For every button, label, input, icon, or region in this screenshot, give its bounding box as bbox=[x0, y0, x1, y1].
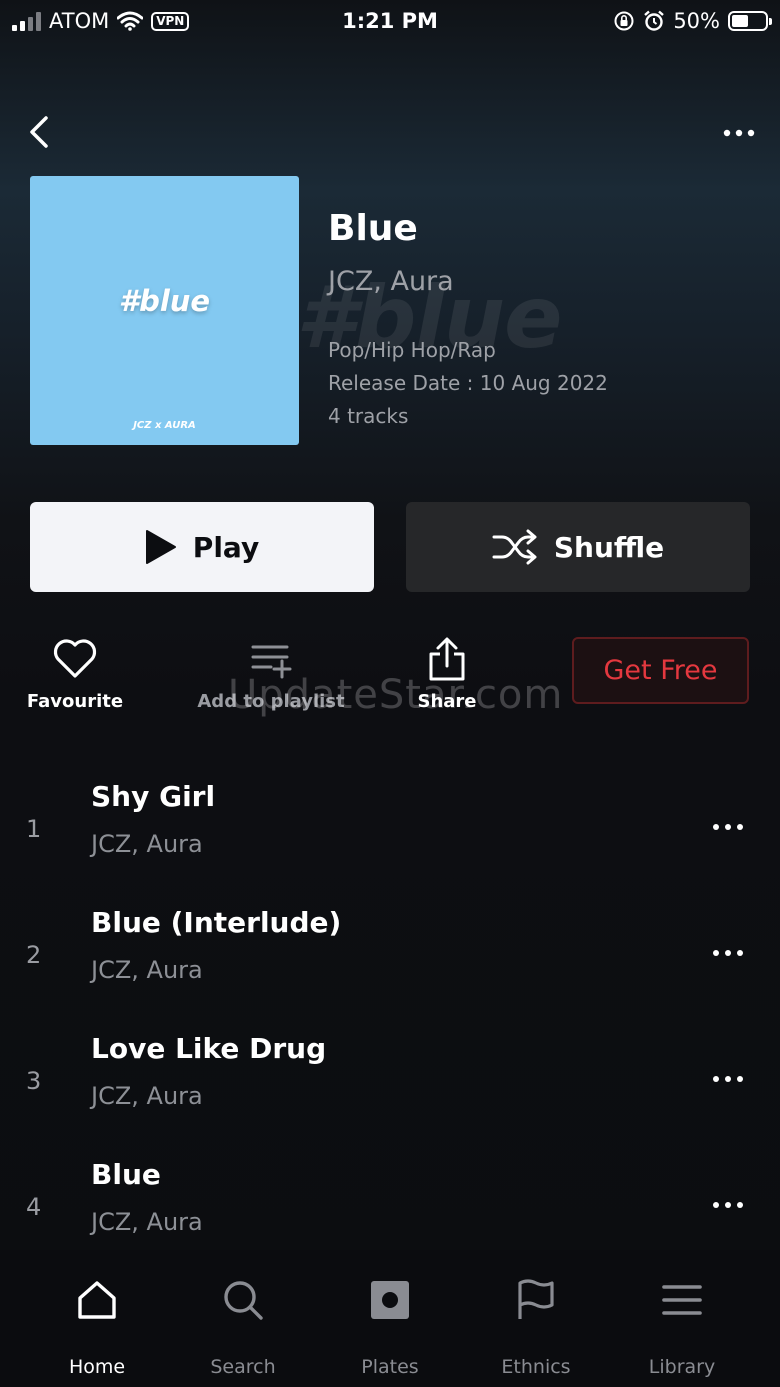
play-icon bbox=[145, 530, 176, 564]
cover-subtitle: JCZ x AURA bbox=[133, 420, 196, 431]
tab-home[interactable]: Home bbox=[27, 1276, 167, 1378]
track-more-icon[interactable] bbox=[708, 1193, 748, 1217]
favourite-label: Favourite bbox=[26, 691, 124, 712]
home-icon bbox=[78, 1281, 116, 1319]
tab-search-label: Search bbox=[210, 1356, 276, 1378]
shuffle-icon bbox=[492, 529, 537, 565]
flag-icon bbox=[518, 1279, 554, 1319]
tab-plates-label: Plates bbox=[361, 1356, 419, 1378]
favourite-button[interactable]: Favourite bbox=[0, 634, 150, 712]
cover-title: #blue bbox=[118, 284, 211, 318]
album-artist[interactable]: JCZ, Aura bbox=[328, 266, 454, 297]
album-title: Blue bbox=[328, 208, 418, 249]
album-genre: Pop/Hip Hop/Rap bbox=[328, 338, 496, 362]
track-more-icon[interactable] bbox=[708, 815, 748, 839]
tab-library[interactable]: Library bbox=[612, 1276, 752, 1378]
album-release-date: Release Date : 10 Aug 2022 bbox=[328, 371, 608, 395]
get-free-button[interactable]: Get Free bbox=[572, 637, 749, 704]
track-more-icon[interactable] bbox=[708, 1067, 748, 1091]
alarm-icon bbox=[644, 10, 665, 31]
album-track-count: 4 tracks bbox=[328, 404, 409, 428]
track-number: 3 bbox=[26, 1067, 42, 1095]
track-number: 4 bbox=[26, 1193, 42, 1221]
tab-home-label: Home bbox=[68, 1356, 126, 1378]
track-row[interactable]: 2 Blue (Interlude) JCZ, Aura bbox=[0, 901, 780, 1027]
track-title: Shy Girl bbox=[91, 780, 216, 813]
track-artist: JCZ, Aura bbox=[91, 1208, 203, 1236]
tab-search[interactable]: Search bbox=[173, 1276, 313, 1378]
tab-bar: Home Search Plates Ethnics Library bbox=[0, 1250, 780, 1387]
track-number: 2 bbox=[26, 941, 42, 969]
battery-percent: 50% bbox=[673, 9, 720, 33]
tab-library-label: Library bbox=[648, 1356, 716, 1378]
more-options-icon[interactable] bbox=[716, 120, 762, 146]
menu-icon bbox=[662, 1285, 702, 1315]
track-row[interactable]: 1 Shy Girl JCZ, Aura bbox=[0, 775, 780, 901]
album-cover: #blue JCZ x AURA bbox=[30, 176, 299, 445]
play-label: Play bbox=[192, 530, 260, 564]
track-artist: JCZ, Aura bbox=[91, 1082, 203, 1110]
tab-ethnics[interactable]: Ethnics bbox=[466, 1276, 606, 1378]
watermark: UpdateStar.com bbox=[228, 672, 564, 718]
track-artist: JCZ, Aura bbox=[91, 956, 203, 984]
battery-icon bbox=[728, 11, 772, 31]
tab-plates[interactable]: Plates bbox=[320, 1276, 460, 1378]
plates-icon bbox=[371, 1281, 409, 1319]
track-title: Blue (Interlude) bbox=[91, 906, 342, 939]
status-bar: ATOM VPN 1:21 PM 50% bbox=[0, 0, 780, 44]
play-button[interactable]: Play bbox=[30, 502, 374, 592]
track-title: Blue bbox=[91, 1158, 161, 1191]
track-number: 1 bbox=[26, 815, 42, 843]
tab-ethnics-label: Ethnics bbox=[501, 1356, 571, 1378]
heart-icon bbox=[53, 639, 97, 678]
shuffle-button[interactable]: Shuffle bbox=[406, 502, 750, 592]
track-artist: JCZ, Aura bbox=[91, 830, 203, 858]
search-icon bbox=[224, 1281, 263, 1320]
track-title: Love Like Drug bbox=[91, 1032, 327, 1065]
shuffle-label: Shuffle bbox=[553, 530, 665, 564]
track-more-icon[interactable] bbox=[708, 941, 748, 965]
rotation-lock-icon bbox=[614, 11, 634, 31]
back-icon[interactable] bbox=[22, 112, 58, 152]
status-right: 50% bbox=[613, 6, 772, 36]
track-row[interactable]: 3 Love Like Drug JCZ, Aura bbox=[0, 1027, 780, 1153]
